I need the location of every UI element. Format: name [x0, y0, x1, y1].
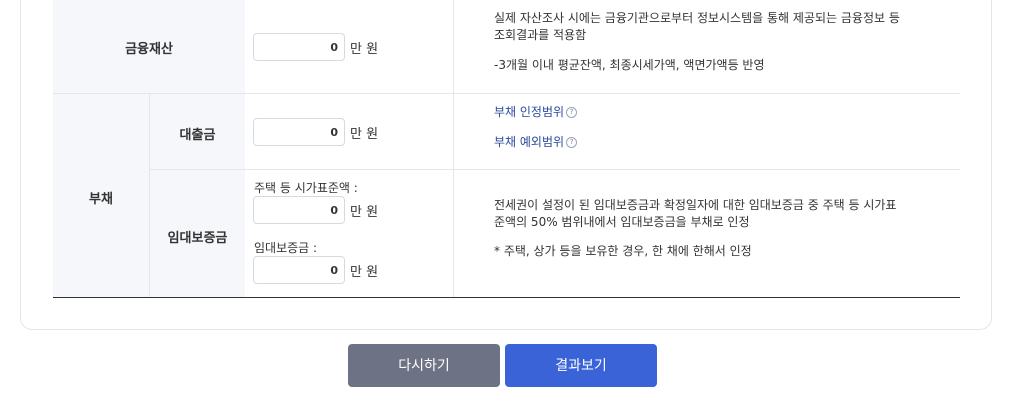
debt-label: 부채: [89, 192, 113, 207]
deposit-label: 임대보증금 :: [254, 241, 318, 255]
deposit-input[interactable]: [253, 256, 345, 284]
debt-recognized-range-link[interactable]: 부채 인정범위?: [494, 103, 578, 120]
financial-assets-desc-1: 실제 자산조사 시에는 금융기관으로부터 정보시스템을 통해 제공되는 금융정보…: [494, 11, 900, 25]
unit-label: 만 원: [350, 265, 379, 280]
financial-assets-desc-3: -3개월 이내 평균잔액, 최종시세가액, 액면가액등 반영: [494, 58, 765, 72]
row-divider: [53, 93, 960, 94]
housing-price-label: 주택 등 시가표준액 :: [254, 181, 358, 195]
lease-deposit-desc-1: 전세권이 설정이 된 임대보증금과 확정일자에 대한 임대보증금 중 주택 등 …: [494, 198, 897, 212]
loan-label: 대출금: [179, 128, 216, 143]
lease-deposit-label: 임대보증금: [167, 231, 228, 246]
lease-deposit-desc-2: 준액의 50% 범위내에서 임대보증금을 부채로 인정: [494, 215, 750, 229]
info-icon: ?: [566, 107, 578, 118]
info-icon: ?: [566, 137, 578, 148]
link-label: 부채 예외범위: [494, 135, 565, 149]
unit-label: 만 원: [350, 42, 379, 57]
loan-input[interactable]: [253, 118, 345, 146]
financial-assets-desc-2: 조회결과를 적용함: [494, 28, 587, 42]
link-label: 부채 인정범위: [494, 105, 565, 119]
housing-price-input[interactable]: [253, 196, 345, 224]
column-divider: [453, 0, 454, 297]
financial-assets-input[interactable]: [253, 33, 345, 61]
table-bottom-border: [53, 297, 960, 298]
debt-excluded-range-link[interactable]: 부채 예외범위?: [494, 133, 578, 150]
lease-deposit-desc-3: * 주택, 상가 등을 보유한 경우, 한 채에 한해서 인정: [494, 244, 752, 258]
reset-button[interactable]: 다시하기: [348, 344, 500, 387]
unit-label: 만 원: [350, 205, 379, 220]
row-divider: [150, 169, 960, 170]
financial-assets-label: 금융재산: [125, 42, 173, 57]
unit-label: 만 원: [350, 127, 379, 142]
view-result-button[interactable]: 결과보기: [505, 344, 657, 387]
